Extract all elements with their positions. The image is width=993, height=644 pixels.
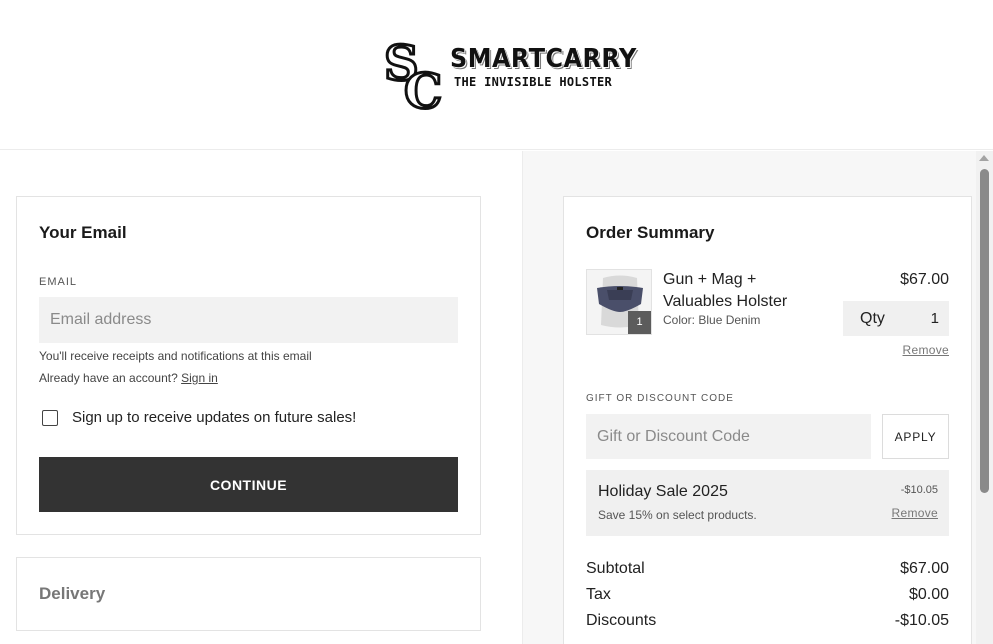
sc-monogram-logo: S C — [383, 35, 444, 113]
quantity-badge: 1 — [628, 311, 651, 334]
order-summary-title: Order Summary — [586, 223, 715, 242]
remove-item-link[interactable]: Remove — [903, 343, 949, 357]
site-header: S C SMARTCARRY THE INVISIBLE HOLSTER — [0, 0, 993, 150]
order-summary-card: Order Summary 1 Gun + Mag + Valuables Ho… — [563, 196, 972, 644]
checkout-form-pane: Your Email EMAIL You'll receive receipts… — [0, 151, 522, 644]
email-input[interactable] — [39, 297, 458, 343]
apply-discount-button[interactable]: APPLY — [882, 414, 949, 459]
svg-text:C: C — [404, 64, 442, 112]
product-thumbnail: 1 — [586, 269, 652, 335]
qty-value[interactable]: 1 — [931, 310, 939, 327]
tax-label: Tax — [586, 586, 611, 603]
discounts-value: -$10.05 — [894, 612, 949, 629]
discounts-label: Discounts — [586, 612, 657, 629]
order-summary-pane: Order Summary 1 Gun + Mag + Valuables Ho… — [522, 151, 993, 644]
product-variant: Color: Blue Denim — [663, 313, 761, 327]
email-field-label: EMAIL — [39, 276, 78, 288]
discounts-row: Discounts -$10.05 — [586, 612, 949, 634]
logo-subtitle: THE INVISIBLE HOLSTER — [454, 75, 613, 89]
promo-description: Save 15% on select products. — [598, 508, 757, 522]
subtotal-row: Subtotal $67.00 — [586, 560, 949, 582]
subtotal-label: Subtotal — [586, 560, 645, 577]
newsletter-label[interactable]: Sign up to receive updates on future sal… — [72, 409, 356, 426]
tax-row: Tax $0.00 — [586, 586, 949, 608]
discount-code-label: GIFT OR DISCOUNT CODE — [586, 393, 734, 404]
continue-button[interactable]: CONTINUE — [39, 457, 458, 512]
account-prompt-text: Already have an account? — [39, 371, 178, 385]
promo-amount: -$10.05 — [900, 484, 938, 496]
sign-in-link[interactable]: Sign in — [181, 371, 218, 385]
logo-title: SMARTCARRY — [450, 44, 637, 74]
remove-promo-link[interactable]: Remove — [892, 506, 938, 520]
discount-code-input[interactable] — [586, 414, 871, 459]
tax-value: $0.00 — [908, 586, 949, 603]
quantity-stepper[interactable]: Qty 1 — [843, 301, 949, 336]
newsletter-checkbox[interactable] — [42, 410, 58, 426]
email-card: Your Email EMAIL You'll receive receipts… — [16, 196, 481, 535]
applied-promotion: Holiday Sale 2025 Save 15% on select pro… — [586, 470, 949, 536]
delivery-section-title: Delivery — [39, 584, 106, 603]
smartcarry-logo[interactable]: S C SMARTCARRY THE INVISIBLE HOLSTER — [382, 34, 637, 113]
delivery-card[interactable]: Delivery — [16, 557, 481, 631]
page-scrollbar[interactable] — [976, 151, 993, 644]
scroll-up-arrow-icon[interactable] — [979, 155, 989, 161]
subtotal-value: $67.00 — [900, 560, 949, 577]
product-name: Gun + Mag + Valuables Holster — [663, 271, 788, 310]
email-section-title: Your Email — [39, 223, 127, 242]
product-price: $67.00 — [900, 271, 949, 288]
promo-name: Holiday Sale 2025 — [598, 483, 728, 500]
email-helper-text: You'll receive receipts and notification… — [39, 349, 312, 363]
qty-label: Qty — [860, 310, 885, 327]
logo-wordmark: SMARTCARRY THE INVISIBLE HOLSTER — [450, 44, 653, 89]
account-prompt: Already have an account? Sign in — [39, 371, 218, 385]
scrollbar-thumb[interactable] — [980, 169, 989, 493]
